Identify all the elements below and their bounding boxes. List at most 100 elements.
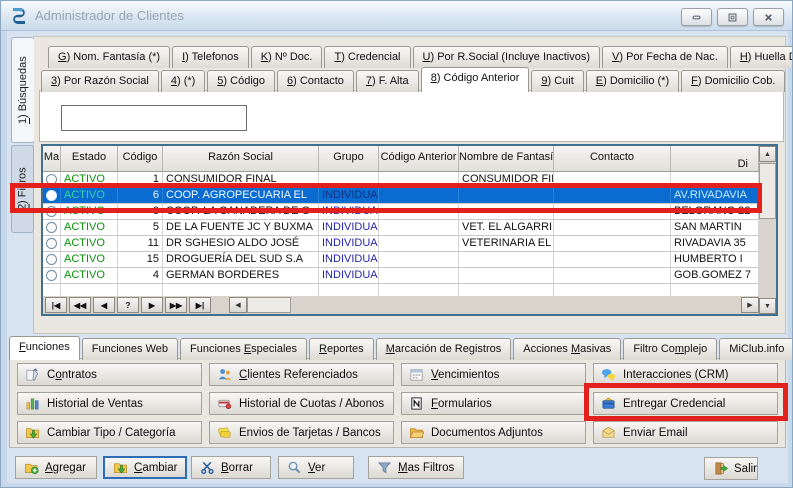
column-header-codigo-anterior: Código Anterior xyxy=(379,146,459,172)
tab-t-credencial[interactable]: T) Credencial xyxy=(324,46,410,68)
borrar-button[interactable]: Borrar xyxy=(191,456,271,479)
historial-de-cuotas-abonos-button[interactable]: Historial de Cuotas / Abonos xyxy=(209,392,394,415)
interacciones-crm-button[interactable]: Interacciones (CRM) xyxy=(593,363,778,386)
tab-f-domicilio-cob[interactable]: F) Domicilio Cob. xyxy=(681,70,785,92)
cell-cod_anterior xyxy=(379,204,459,219)
cambiar-tipo-categoria-button[interactable]: Cambiar Tipo / Categoría xyxy=(17,421,202,444)
record-nav-button-3[interactable]: ? xyxy=(117,297,139,313)
entregar-credencial-button[interactable]: Entregar Credencial xyxy=(593,392,778,415)
contratos-button[interactable]: Contratos xyxy=(17,363,202,386)
search-input[interactable] xyxy=(61,105,247,131)
button-label: Contratos xyxy=(47,369,97,381)
agregar-button[interactable]: Agregar xyxy=(15,456,97,479)
table-row[interactable]: ACTIVO5DE LA FUENTE JC Y BUXMAINDIVIDUAL… xyxy=(43,220,759,236)
tab-8-codigo-anterior[interactable]: 8) Código Anterior xyxy=(421,67,530,92)
close-button[interactable] xyxy=(753,8,784,26)
hscroll-right-button[interactable]: ▶ xyxy=(741,297,759,313)
table-row[interactable]: ACTIVO11DR SGHESIO ALDO JOSÉINDIVIDUALVE… xyxy=(43,236,759,252)
documentos-adjuntos-button[interactable]: Documentos Adjuntos xyxy=(401,421,586,444)
formularios-button[interactable]: Formularios xyxy=(401,392,586,415)
function-tab-funciones[interactable]: Funciones xyxy=(9,336,80,360)
row-radio[interactable] xyxy=(43,252,61,267)
cell-direccion: SAN MARTIN xyxy=(671,220,759,235)
cambiar-button[interactable]: Cambiar xyxy=(103,456,187,479)
radio-icon xyxy=(46,254,57,265)
table-row[interactable]: ACTIVO4GERMAN BORDERESINDIVIDUALGOB.GOME… xyxy=(43,268,759,284)
sidebar-tab-2-filtros[interactable]: 2) Filtros xyxy=(11,145,34,233)
table-row[interactable]: ACTIVO15DROGUERÍA DEL SUD S.AINDIVIDUALH… xyxy=(43,252,759,268)
sidebar-tab-1-busquedas[interactable]: 1) Búsquedas xyxy=(11,37,34,143)
cell-contacto xyxy=(554,252,671,267)
enviar-email-button[interactable]: Enviar Email xyxy=(593,421,778,444)
column-header-di: Di xyxy=(671,146,759,172)
cell-direccion: AV.RIVADAVIA xyxy=(671,188,759,203)
tab-u-por-r-social-incluye-inactivos[interactable]: U) Por R.Social (Incluye Inactivos) xyxy=(413,46,601,68)
tab-v-por-fecha-de-nac[interactable]: V) Por Fecha de Nac. xyxy=(602,46,728,68)
cell-codigo: 15 xyxy=(118,252,163,267)
tab-7-f-alta[interactable]: 7) F. Alta xyxy=(356,70,419,92)
vscroll-down-button[interactable]: ▼ xyxy=(759,298,776,314)
row-radio[interactable] xyxy=(43,236,61,251)
column-header-estado: Estado xyxy=(61,146,118,172)
table-row-selected[interactable]: ACTIVO6COOP. AGROPECUARIA ELINDIVIDUALAV… xyxy=(43,188,759,204)
record-nav-button-4[interactable]: ▶ xyxy=(141,297,163,313)
historial-de-ventas-button[interactable]: Historial de Ventas xyxy=(17,392,202,415)
function-tab-filtro-complejo[interactable]: Filtro Complejo xyxy=(623,338,717,360)
tab-6-contacto[interactable]: 6) Contacto xyxy=(277,70,354,92)
hscroll-left-button[interactable]: ◀ xyxy=(229,297,247,313)
tab-h-huella-dactilar[interactable]: H) Huella Dactilar xyxy=(730,46,793,68)
vscroll-up-button[interactable]: ▲ xyxy=(759,146,776,162)
table-row[interactable]: ACTIVO1CONSUMIDOR FINALCONSUMIDOR FIN xyxy=(43,172,759,188)
record-nav-button-6[interactable]: ▶| xyxy=(189,297,211,313)
cell-contacto xyxy=(554,172,671,187)
credential-icon xyxy=(601,396,616,411)
hscroll-thumb[interactable] xyxy=(247,297,291,313)
cell-contacto xyxy=(554,220,671,235)
minimize-icon xyxy=(691,12,702,23)
button-label: Mas Filtros xyxy=(398,462,454,474)
salir-button[interactable]: Salir xyxy=(704,457,758,480)
cell-razon: CONSUMIDOR FINAL xyxy=(163,172,319,187)
cell-estado: ACTIVO xyxy=(61,220,118,235)
function-tab-reportes[interactable]: Reportes xyxy=(309,338,374,360)
cell-direccion: GOB.GOMEZ 7 xyxy=(671,268,759,283)
minimize-button[interactable] xyxy=(681,8,712,26)
magnifier-icon xyxy=(287,460,302,475)
tab-5-codigo[interactable]: 5) Código xyxy=(207,70,275,92)
row-radio[interactable] xyxy=(43,220,61,235)
record-nav-button-5[interactable]: ▶▶ xyxy=(165,297,187,313)
record-nav-button-1[interactable]: ◀◀ xyxy=(69,297,91,313)
clientes-referenciados-button[interactable]: Clientes Referenciados xyxy=(209,363,394,386)
tab-k-n-doc[interactable]: K) Nº Doc. xyxy=(251,46,323,68)
maximize-button[interactable] xyxy=(717,8,748,26)
tab-4[interactable]: 4) (*) xyxy=(161,70,205,92)
tab-i-telefonos[interactable]: I) Telefonos xyxy=(172,46,249,68)
mas-filtros-button[interactable]: Mas Filtros xyxy=(368,456,464,479)
row-radio[interactable] xyxy=(43,188,61,203)
cell-cod_anterior xyxy=(379,172,459,187)
tab-3-por-razon-social[interactable]: 3) Por Razón Social xyxy=(41,70,159,92)
tab-e-domicilio[interactable]: E) Domicilio (*) xyxy=(586,70,679,92)
vscroll-thumb[interactable] xyxy=(759,163,776,219)
function-tab-funciones-especiales[interactable]: Funciones Especiales xyxy=(180,338,307,360)
table-row[interactable]: ACTIVO3COOP. LA GANADERA DE GINDIVIDUALB… xyxy=(43,204,759,220)
ver-button[interactable]: Ver xyxy=(278,456,354,479)
tab-9-cuit[interactable]: 9) Cuit xyxy=(531,70,583,92)
envios-de-tarjetas-bancos-button[interactable]: Envios de Tarjetas / Bancos xyxy=(209,421,394,444)
app-icon xyxy=(9,6,29,26)
function-tab-funciones-web[interactable]: Funciones Web xyxy=(82,338,178,360)
vencimientos-button[interactable]: Vencimientos xyxy=(401,363,586,386)
row-radio[interactable] xyxy=(43,204,61,219)
record-nav-button-2[interactable]: ◀ xyxy=(93,297,115,313)
cell-cod_anterior xyxy=(379,252,459,267)
tab-g-nom-fantasia[interactable]: G) Nom. Fantasía (*) xyxy=(48,46,170,68)
function-tab-marcacion-de-registros[interactable]: Marcación de Registros xyxy=(376,338,512,360)
row-radio[interactable] xyxy=(43,268,61,283)
cell-contacto xyxy=(554,188,671,203)
function-tab-miclub-info[interactable]: MiClub.info xyxy=(719,338,793,360)
row-radio[interactable] xyxy=(43,172,61,187)
function-tab-acciones-masivas[interactable]: Acciones Masivas xyxy=(513,338,621,360)
grid-vertical-scrollbar[interactable]: ▲▼ xyxy=(759,146,776,314)
cell-codigo: 5 xyxy=(118,220,163,235)
record-nav-button-0[interactable]: |◀ xyxy=(45,297,67,313)
